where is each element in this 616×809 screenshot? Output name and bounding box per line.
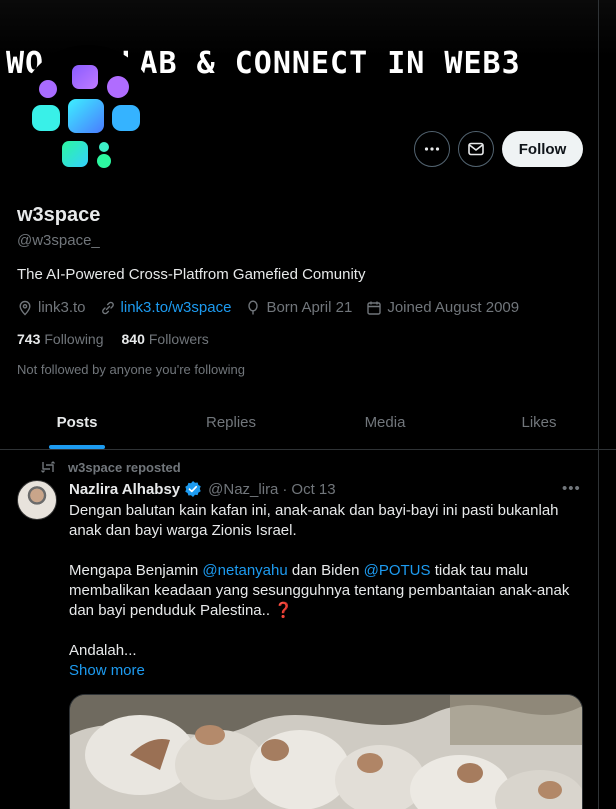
location-text: link3.to [38, 299, 86, 316]
profile-tabs: Posts Replies Media Likes [0, 396, 616, 450]
balloon-icon [248, 299, 259, 314]
location-pin-icon [19, 300, 31, 315]
post-date[interactable]: Oct 13 [291, 481, 335, 498]
follow-button[interactable]: Follow [502, 131, 583, 167]
repost-indicator: w3space reposted [40, 459, 181, 475]
not-followed-note: Not followed by anyone you're following [17, 362, 245, 377]
tab-label: Likes [521, 414, 557, 431]
post-photo [70, 695, 582, 809]
tab-replies[interactable]: Replies [154, 396, 308, 449]
followers-count: 840 [121, 331, 145, 347]
profile-name: w3space [17, 204, 101, 226]
born-text: Born April 21 [266, 299, 353, 316]
post-author-avatar[interactable] [17, 480, 57, 520]
post-author-name[interactable]: Nazlira Alhabsy [69, 481, 180, 498]
following-count: 743 [17, 331, 41, 347]
post-header: Nazlira Alhabsy @Naz_lira · Oct 13 [69, 480, 336, 498]
question-mark-emoji: ❓ [274, 602, 293, 619]
followers-label: Followers [148, 331, 209, 347]
post-paragraph-1: Dengan balutan kain kafan ini, anak-anak… [69, 502, 559, 539]
post-more-icon[interactable]: ••• [562, 480, 581, 497]
website-item[interactable]: link3.to/w3space [100, 299, 232, 316]
followers-link[interactable]: 840 Followers [122, 331, 209, 347]
active-tab-indicator [49, 445, 105, 449]
post-media-image[interactable] [69, 694, 583, 809]
profile-meta: link3.to link3.to/w3space Born April 21 … [17, 299, 533, 316]
born-item: Born April 21 [245, 299, 352, 316]
message-button[interactable] [458, 131, 494, 167]
profile-handle: @w3space_ [17, 232, 100, 249]
post-text-segment: dan Biden [287, 562, 364, 579]
post-text: Dengan balutan kain kafan ini, anak-anak… [69, 501, 589, 681]
mention-netanyahu[interactable]: @netanyahu [202, 562, 287, 579]
more-options-button[interactable] [414, 131, 450, 167]
tab-posts[interactable]: Posts [0, 396, 154, 449]
joined-item: Joined August 2009 [366, 299, 519, 316]
post-text-segment: Mengapa Benjamin [69, 562, 203, 579]
location-item: link3.to [17, 299, 86, 316]
mention-potus[interactable]: @POTUS [364, 562, 431, 579]
post-paragraph-2: Mengapa Benjamin @netanyahu dan Biden @P… [69, 561, 589, 621]
more-horizontal-icon [424, 147, 440, 151]
repost-icon [41, 461, 55, 473]
envelope-icon [468, 142, 484, 156]
profile-bio: The AI-Powered Cross-Platfrom Gamefied C… [17, 266, 366, 283]
tab-label: Replies [205, 414, 257, 431]
calendar-icon [367, 301, 382, 315]
post-paragraph-3: Andalah... [69, 642, 137, 659]
link-icon [101, 301, 114, 314]
joined-text: Joined August 2009 [387, 299, 520, 316]
tab-label: Posts [56, 414, 98, 431]
following-label: Following [44, 331, 104, 347]
w3space-logo-icon [32, 65, 140, 168]
post-author-handle[interactable]: @Naz_lira [208, 481, 278, 498]
post-separator: · [282, 480, 288, 498]
tab-label: Media [364, 414, 406, 431]
following-link[interactable]: 743 Following [17, 331, 104, 347]
profile-avatar[interactable] [18, 45, 158, 185]
tab-media[interactable]: Media [308, 396, 462, 449]
follow-stats: 743 Following 840 Followers [17, 331, 227, 347]
repost-label[interactable]: w3space reposted [68, 460, 181, 475]
column-divider [598, 0, 599, 809]
website-link[interactable]: link3.to/w3space [121, 299, 232, 316]
verified-badge-icon [185, 481, 201, 497]
show-more-link[interactable]: Show more [69, 662, 145, 679]
tab-likes[interactable]: Likes [462, 396, 616, 449]
